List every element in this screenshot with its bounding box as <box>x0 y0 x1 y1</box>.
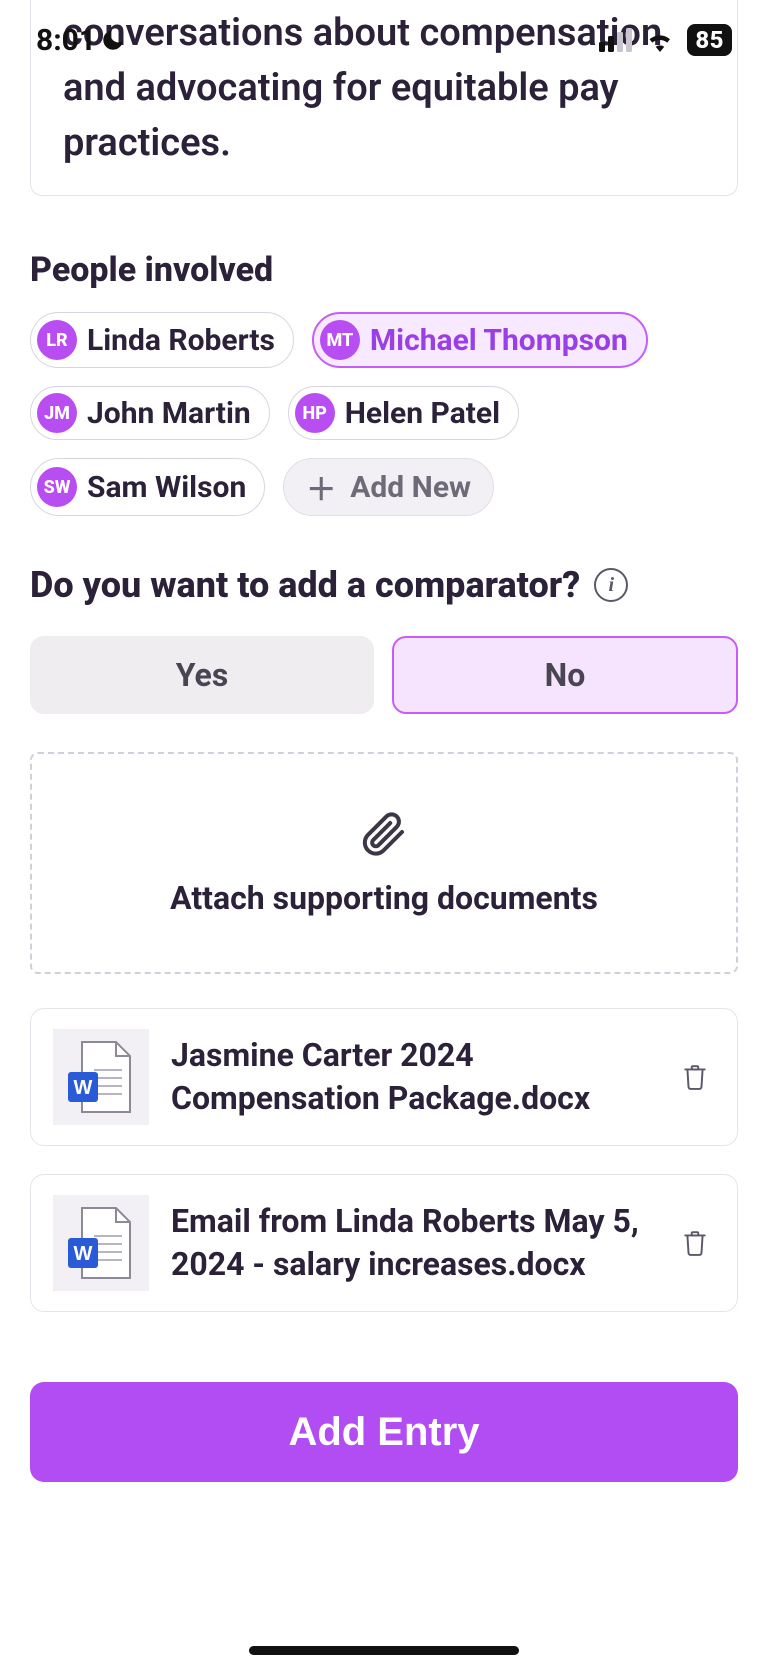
avatar: LR <box>37 320 77 360</box>
paperclip-icon <box>360 809 408 861</box>
avatar: SW <box>37 467 77 507</box>
add-person-label: Add New <box>350 470 471 505</box>
person-chip-label: Linda Roberts <box>87 323 275 358</box>
avatar: JM <box>37 393 77 433</box>
entry-description-card: conversations about compensation and adv… <box>30 0 738 196</box>
attached-file-name: Jasmine Carter 2024 Compensation Package… <box>171 1034 653 1120</box>
comparator-yes-button[interactable]: Yes <box>30 636 374 714</box>
comparator-no-button[interactable]: No <box>392 636 738 714</box>
people-chip-list: LR Linda Roberts MT Michael Thompson JM … <box>30 312 738 516</box>
word-doc-icon: W <box>53 1195 149 1291</box>
person-chip-helen-patel[interactable]: HP Helen Patel <box>288 386 519 440</box>
person-chip-label: Sam Wilson <box>87 470 246 505</box>
comparator-no-label: No <box>545 656 586 694</box>
avatar: MT <box>320 320 360 360</box>
comparator-question: Do you want to add a comparator? <box>30 564 580 606</box>
person-chip-linda-roberts[interactable]: LR Linda Roberts <box>30 312 294 368</box>
comparator-segmented-control: Yes No <box>30 636 738 714</box>
attach-documents-label: Attach supporting documents <box>170 879 598 917</box>
person-chip-sam-wilson[interactable]: SW Sam Wilson <box>30 458 265 516</box>
home-indicator[interactable] <box>249 1646 519 1655</box>
delete-file-button[interactable] <box>675 1057 715 1097</box>
entry-description-text: conversations about compensation and adv… <box>63 11 662 165</box>
person-chip-label: Helen Patel <box>345 396 500 431</box>
comparator-yes-label: Yes <box>176 656 229 694</box>
word-doc-icon: W <box>53 1029 149 1125</box>
add-person-button[interactable]: ＋ Add New <box>283 458 494 516</box>
attached-file-name: Email from Linda Roberts May 5, 2024 - s… <box>171 1200 653 1286</box>
person-chip-michael-thompson[interactable]: MT Michael Thompson <box>312 312 648 368</box>
attached-file-card: W Email from Linda Roberts May 5, 2024 -… <box>30 1174 738 1312</box>
plus-icon: ＋ <box>306 465 336 509</box>
attach-documents-dropzone[interactable]: Attach supporting documents <box>30 752 738 974</box>
person-chip-label: Michael Thompson <box>370 323 628 358</box>
svg-text:W: W <box>74 1077 93 1099</box>
attached-file-card: W Jasmine Carter 2024 Compensation Packa… <box>30 1008 738 1146</box>
add-entry-label: Add Entry <box>288 1410 479 1455</box>
people-section-title: People involved <box>30 250 738 290</box>
info-icon[interactable]: i <box>594 568 628 602</box>
person-chip-john-martin[interactable]: JM John Martin <box>30 386 270 440</box>
trash-icon <box>682 1062 708 1092</box>
avatar: HP <box>295 393 335 433</box>
svg-text:W: W <box>74 1243 93 1265</box>
delete-file-button[interactable] <box>675 1223 715 1263</box>
person-chip-label: John Martin <box>87 396 251 431</box>
add-entry-button[interactable]: Add Entry <box>30 1382 738 1482</box>
trash-icon <box>682 1228 708 1258</box>
